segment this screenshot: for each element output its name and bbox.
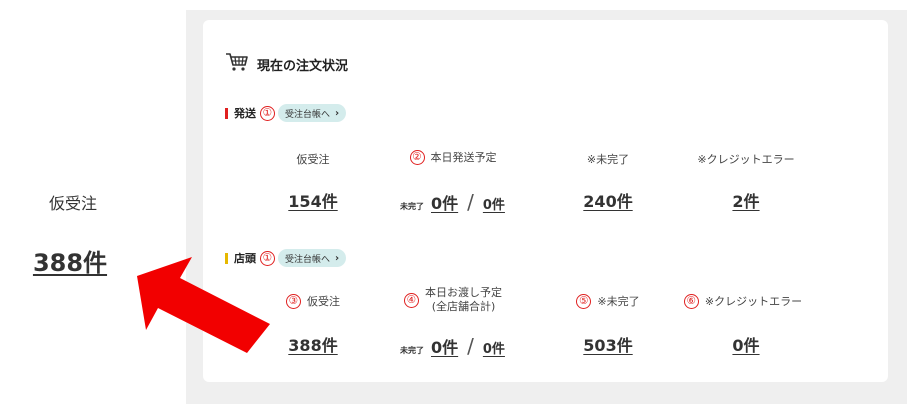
shipping-today-values: 未完了 0件 / 0件 bbox=[400, 190, 505, 214]
store-today-incomplete[interactable]: 0件 bbox=[431, 334, 458, 358]
annotation-marker: ③ bbox=[286, 293, 301, 309]
chevron-right-icon: › bbox=[335, 252, 340, 264]
callout-value-link[interactable]: 388件 bbox=[25, 243, 115, 278]
annotation-marker: ⑥ bbox=[683, 293, 699, 309]
store-today-total[interactable]: 0件 bbox=[483, 338, 505, 357]
shipping-title: 発送 bbox=[234, 107, 256, 120]
col-label-text: 本日発送予定 bbox=[430, 151, 497, 164]
incomplete-mini-label: 未完了 bbox=[400, 202, 424, 211]
incomplete-mini-label: 未完了 bbox=[400, 346, 424, 355]
store-provisional-value[interactable]: 388件 bbox=[263, 332, 363, 356]
col-label-text: 本日お渡し予定 (全店舗合計) bbox=[425, 286, 502, 314]
card-title: 現在の注文状況 bbox=[257, 58, 349, 74]
callout-label: 仮受注 bbox=[48, 194, 97, 213]
ledger-link-label: 受注台帳へ bbox=[285, 109, 331, 120]
shipping-provisional-value[interactable]: 154件 bbox=[263, 188, 363, 212]
col-label-text: 仮受注 bbox=[307, 295, 340, 308]
shipping-section-header: 発送 ① 受注台帳へ › bbox=[225, 104, 347, 122]
shipping-accent-bar bbox=[225, 107, 228, 119]
annotation-marker: ④ bbox=[404, 292, 419, 308]
shipping-incomplete-value[interactable]: 240件 bbox=[553, 188, 663, 212]
shipping-provisional-label: 仮受注 bbox=[263, 151, 363, 167]
annotation-marker: ① bbox=[260, 105, 275, 121]
store-today-label: ④ 本日お渡し予定 (全店舗合計) bbox=[391, 286, 515, 314]
store-provisional-label: ③ 仮受注 bbox=[263, 293, 363, 309]
store-incomplete-label: ⑤ ※未完了 bbox=[548, 293, 668, 309]
col-label-text: ※未完了 bbox=[597, 295, 640, 308]
card-header: 現在の注文状況 bbox=[225, 52, 348, 76]
ledger-link-label: 受注台帳へ bbox=[285, 254, 331, 265]
store-ledger-link[interactable]: 受注台帳へ › bbox=[278, 249, 347, 267]
annotation-marker: ⑤ bbox=[576, 293, 592, 309]
shipping-today-total[interactable]: 0件 bbox=[483, 194, 505, 213]
store-today-values: 未完了 0件 / 0件 bbox=[400, 334, 505, 358]
col-label-text: ※クレジットエラー bbox=[704, 295, 803, 308]
label-line-2: (全店舗合計) bbox=[431, 300, 496, 313]
col-label-text: ※未完了 bbox=[586, 153, 630, 166]
shipping-ledger-link[interactable]: 受注台帳へ › bbox=[278, 104, 347, 122]
col-label-text: ※クレジットエラー bbox=[697, 153, 795, 166]
label-line-1: 本日お渡し予定 bbox=[425, 286, 502, 299]
separator-slash: / bbox=[467, 190, 474, 214]
shipping-today-label: ② 本日発送予定 bbox=[393, 149, 513, 165]
order-status-card: 現在の注文状況 発送 ① 受注台帳へ › 仮受注 154件 ② 本日発送予定 未… bbox=[203, 20, 888, 382]
store-credit-error-value[interactable]: 0件 bbox=[696, 332, 796, 356]
separator-slash: / bbox=[467, 334, 474, 358]
shipping-today-incomplete[interactable]: 0件 bbox=[431, 190, 458, 214]
shipping-incomplete-label: ※未完了 bbox=[553, 151, 663, 167]
store-incomplete-value[interactable]: 503件 bbox=[553, 332, 663, 356]
annotation-marker: ② bbox=[409, 149, 425, 165]
store-credit-error-label: ⑥ ※クレジットエラー bbox=[663, 293, 823, 309]
chevron-right-icon: › bbox=[335, 107, 340, 119]
cart-icon bbox=[225, 52, 249, 76]
col-label-text: 仮受注 bbox=[296, 153, 330, 166]
shipping-credit-error-label: ※クレジットエラー bbox=[676, 151, 816, 167]
shipping-credit-error-value[interactable]: 2件 bbox=[696, 188, 796, 212]
callout-arrow-icon bbox=[137, 257, 270, 353]
